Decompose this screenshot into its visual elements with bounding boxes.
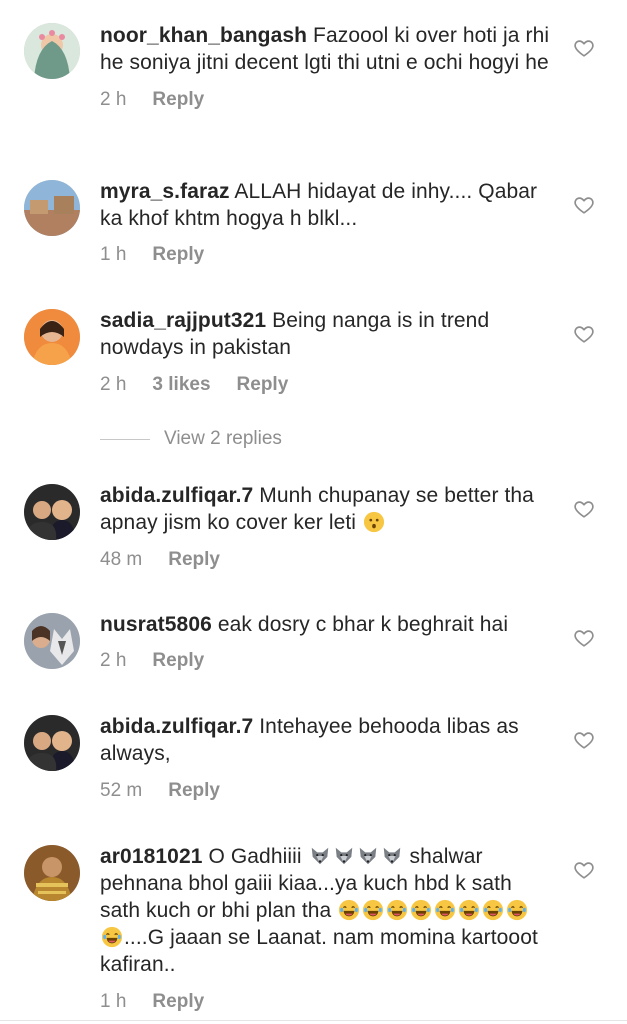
avatar[interactable] — [24, 23, 80, 79]
timestamp: 52 m — [100, 780, 143, 801]
reply-button[interactable]: Reply — [152, 89, 204, 111]
username[interactable]: myra_s.faraz — [100, 180, 230, 203]
heart-icon[interactable] — [573, 37, 595, 59]
avatar[interactable] — [24, 715, 80, 771]
divider-line — [100, 438, 150, 440]
tears-of-joy-emoji — [386, 899, 408, 921]
timestamp: 1 h — [100, 991, 127, 1012]
tears-of-joy-emoji — [506, 899, 528, 921]
heart-icon[interactable] — [573, 729, 595, 751]
tears-of-joy-emoji — [482, 899, 504, 921]
reply-button[interactable]: Reply — [152, 244, 204, 266]
username[interactable]: sadia_rajjput321 — [100, 309, 266, 332]
heart-icon[interactable] — [573, 498, 595, 520]
wolf-face-emoji — [309, 845, 331, 867]
timestamp: 1 h — [100, 244, 127, 265]
reply-button[interactable]: Reply — [152, 991, 204, 1013]
reply-button[interactable]: Reply — [237, 374, 289, 396]
heart-icon[interactable] — [573, 323, 595, 345]
view-replies-button[interactable]: View 2 replies — [100, 427, 282, 451]
tears-of-joy-emoji — [410, 899, 432, 921]
timestamp: 2 h — [100, 374, 127, 395]
username[interactable]: abida.zulfiqar.7 — [100, 484, 253, 507]
wolf-face-emoji — [381, 845, 403, 867]
avatar[interactable] — [24, 613, 80, 669]
avatar[interactable] — [24, 845, 80, 901]
username[interactable]: abida.zulfiqar.7 — [100, 715, 253, 738]
comment-text: myra_s.faraz ALLAH hidayat de inhy.... Q… — [100, 178, 550, 232]
avatar[interactable] — [24, 180, 80, 236]
comment-body: eak dosry c bhar k beghrait hai — [217, 613, 509, 636]
avatar[interactable] — [24, 309, 80, 365]
reply-button[interactable]: Reply — [152, 650, 204, 672]
reply-button[interactable]: Reply — [168, 549, 220, 571]
heart-icon[interactable] — [573, 627, 595, 649]
view-replies-label: View 2 replies — [164, 428, 282, 449]
divider — [0, 1020, 627, 1021]
comment-text: abida.zulfiqar.7 Munh chupanay se better… — [100, 482, 550, 536]
comment-text: sadia_rajjput321 Being nanga is in trend… — [100, 307, 550, 361]
timestamp: 2 h — [100, 650, 127, 671]
comment-text: abida.zulfiqar.7 Intehayee behooda libas… — [100, 713, 550, 767]
timestamp: 2 h — [100, 89, 127, 110]
timestamp: 48 m — [100, 549, 143, 570]
comment-text: noor_khan_bangash Fazoool ki over hoti j… — [100, 22, 550, 76]
comment-body: ....G jaaan se Laanat. nam momina kartoo… — [100, 926, 538, 976]
tears-of-joy-emoji — [338, 899, 360, 921]
tears-of-joy-emoji — [458, 899, 480, 921]
comment-text: ar0181021 O Gadhiiii shalwar pehnana bho… — [100, 843, 550, 978]
wolf-face-emoji — [333, 845, 355, 867]
reply-button[interactable]: Reply — [168, 780, 220, 802]
username[interactable]: ar0181021 — [100, 845, 203, 868]
username[interactable]: nusrat5806 — [100, 613, 212, 636]
heart-icon[interactable] — [573, 859, 595, 881]
comment-body: O Gadhiiii — [208, 845, 302, 868]
heart-icon[interactable] — [573, 194, 595, 216]
tears-of-joy-emoji — [101, 926, 123, 948]
avatar[interactable] — [24, 484, 80, 540]
wolf-face-emoji — [357, 845, 379, 867]
comment-text: nusrat5806 eak dosry c bhar k beghrait h… — [100, 611, 550, 638]
username[interactable]: noor_khan_bangash — [100, 24, 307, 47]
likes-count[interactable]: 3 likes — [152, 374, 210, 396]
hushed-face-emoji — [363, 511, 385, 533]
tears-of-joy-emoji — [434, 899, 456, 921]
tears-of-joy-emoji — [362, 899, 384, 921]
